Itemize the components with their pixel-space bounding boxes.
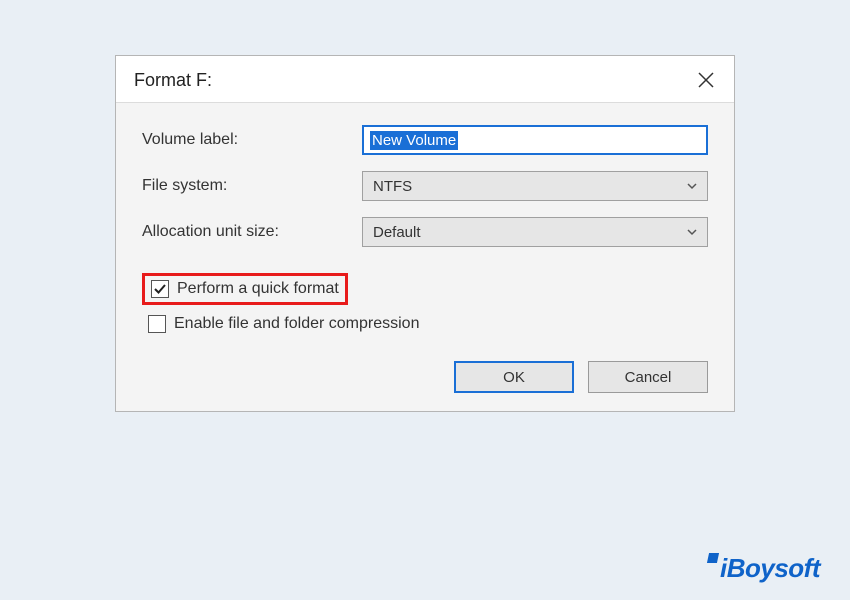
quick-format-checkbox-row[interactable]: Perform a quick format (142, 273, 348, 305)
dialog-content: Volume label: New Volume File system: NT… (116, 103, 734, 411)
button-row: OK Cancel (142, 361, 708, 393)
titlebar: Format F: (116, 56, 734, 103)
ok-button[interactable]: OK (454, 361, 574, 393)
format-dialog: Format F: Volume label: New Volume File … (115, 55, 735, 412)
logo-dot-icon (707, 553, 719, 563)
cancel-button[interactable]: Cancel (588, 361, 708, 393)
file-system-label: File system: (142, 177, 362, 195)
allocation-unit-row: Allocation unit size: Default (142, 217, 708, 247)
allocation-unit-label: Allocation unit size: (142, 223, 362, 241)
volume-label-input[interactable]: New Volume (362, 125, 708, 155)
volume-label-row: Volume label: New Volume (142, 125, 708, 155)
volume-label-value: New Volume (370, 131, 458, 150)
allocation-unit-value: Default (373, 224, 421, 241)
file-system-select[interactable]: NTFS (362, 171, 708, 201)
volume-label-label: Volume label: (142, 131, 362, 149)
watermark-logo: iBoysoft (708, 553, 820, 584)
close-icon (697, 71, 715, 89)
enable-compression-checkbox[interactable] (148, 315, 166, 333)
chevron-down-icon (685, 225, 699, 239)
check-icon (153, 282, 167, 296)
allocation-unit-select[interactable]: Default (362, 217, 708, 247)
chevron-down-icon (685, 179, 699, 193)
checkbox-group: Perform a quick format Enable file and f… (142, 273, 708, 337)
quick-format-checkbox[interactable] (151, 280, 169, 298)
quick-format-label: Perform a quick format (177, 280, 339, 298)
file-system-value: NTFS (373, 178, 412, 195)
enable-compression-checkbox-row[interactable]: Enable file and folder compression (142, 311, 708, 337)
watermark-text: iBoysoft (720, 553, 820, 583)
window-title: Format F: (134, 70, 212, 91)
file-system-row: File system: NTFS (142, 171, 708, 201)
close-button[interactable] (692, 66, 720, 94)
enable-compression-label: Enable file and folder compression (174, 315, 419, 333)
